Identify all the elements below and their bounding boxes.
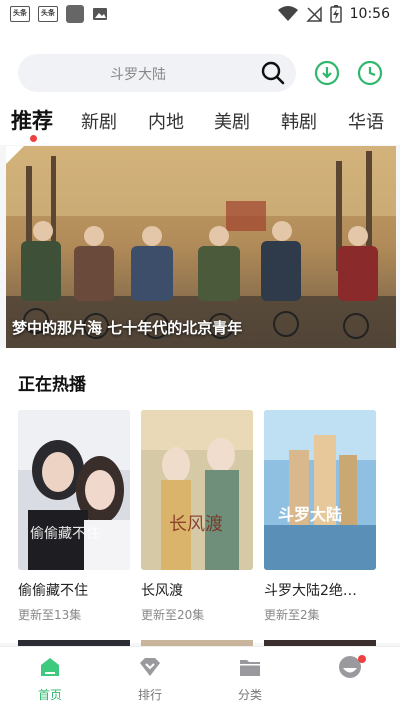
app-square-icon xyxy=(66,5,84,23)
battery-charging-icon xyxy=(329,5,342,23)
header: 斗罗大陆 推荐 新剧 内地 美剧 韩剧 华语 xyxy=(0,28,400,145)
home-icon xyxy=(41,658,59,676)
tab-korean-drama[interactable]: 韩剧 xyxy=(281,108,317,134)
tab-mainland[interactable]: 内地 xyxy=(148,108,184,134)
tab-recommend[interactable]: 推荐 xyxy=(11,105,53,135)
card-title: 长风渡 xyxy=(141,583,183,599)
nav-ranking[interactable]: 排行 xyxy=(110,655,190,703)
category-tabs: 推荐 新剧 内地 美剧 韩剧 华语 xyxy=(0,104,400,142)
card-episode-status: 更新至20集 xyxy=(141,608,205,622)
poster-image[interactable]: 斗罗大陆 xyxy=(264,410,376,570)
featured-banner[interactable]: 梦中的那片海 七十年代的北京青年 xyxy=(6,146,396,348)
poster-image[interactable]: 长风渡 xyxy=(141,410,253,570)
nav-label: 分类 xyxy=(237,688,262,702)
search-bar[interactable]: 斗罗大陆 xyxy=(18,54,296,92)
toutiao-app-icon-2: 头条 xyxy=(38,6,58,22)
poster-image[interactable]: 偷偷藏不住 xyxy=(18,410,130,570)
banner-caption: 梦中的那片海 七十年代的北京青年 xyxy=(12,319,243,337)
tab-new-drama[interactable]: 新剧 xyxy=(81,108,117,134)
nav-category[interactable]: 分类 xyxy=(210,655,290,703)
image-icon xyxy=(93,8,107,20)
search-icon[interactable] xyxy=(260,60,286,86)
download-icon[interactable] xyxy=(314,60,340,86)
active-tab-indicator xyxy=(30,135,37,142)
video-card[interactable]: 长风渡 长风渡 更新至20集 xyxy=(141,410,253,623)
bottom-nav: 首页 排行 分类 xyxy=(0,646,400,711)
now-playing-section: 正在热播 偷偷藏不住 偷偷藏不住 更新至13集 长风渡 长风渡 更新至20集 斗… xyxy=(0,348,400,643)
section-title: 正在热播 xyxy=(18,375,86,395)
category-folder-icon xyxy=(240,660,260,676)
video-card[interactable]: 偷偷藏不住 偷偷藏不住 更新至13集 xyxy=(18,410,130,623)
tab-us-drama[interactable]: 美剧 xyxy=(214,108,250,134)
svg-text:斗罗大陆: 斗罗大陆 xyxy=(278,505,342,524)
notification-badge xyxy=(358,655,366,663)
history-icon[interactable] xyxy=(357,60,383,86)
card-title: 偷偷藏不住 xyxy=(18,583,88,599)
search-placeholder[interactable]: 斗罗大陆 xyxy=(18,64,258,84)
card-episode-status: 更新至13集 xyxy=(18,608,82,622)
svg-text:长风渡: 长风渡 xyxy=(169,514,223,535)
video-card[interactable]: 斗罗大陆 斗罗大陆2绝… 更新至2集 xyxy=(264,410,376,623)
wifi-icon xyxy=(277,6,298,21)
nav-label: 首页 xyxy=(37,688,62,702)
banner-corner-mark xyxy=(6,146,24,164)
clock: 10:56 xyxy=(349,6,390,22)
nav-home[interactable]: 首页 xyxy=(10,655,90,703)
toutiao-app-icon: 头条 xyxy=(10,6,30,22)
status-bar: 头条 头条 10:56 xyxy=(0,0,400,28)
nav-label: 排行 xyxy=(137,688,162,702)
nav-profile[interactable] xyxy=(310,655,390,686)
tab-chinese[interactable]: 华语 xyxy=(348,108,384,134)
no-signal-icon xyxy=(305,6,322,22)
svg-text:偷偷藏不住: 偷偷藏不住 xyxy=(30,526,100,542)
ranking-icon xyxy=(140,658,160,676)
card-title: 斗罗大陆2绝… xyxy=(264,583,357,599)
card-episode-status: 更新至2集 xyxy=(264,608,320,622)
